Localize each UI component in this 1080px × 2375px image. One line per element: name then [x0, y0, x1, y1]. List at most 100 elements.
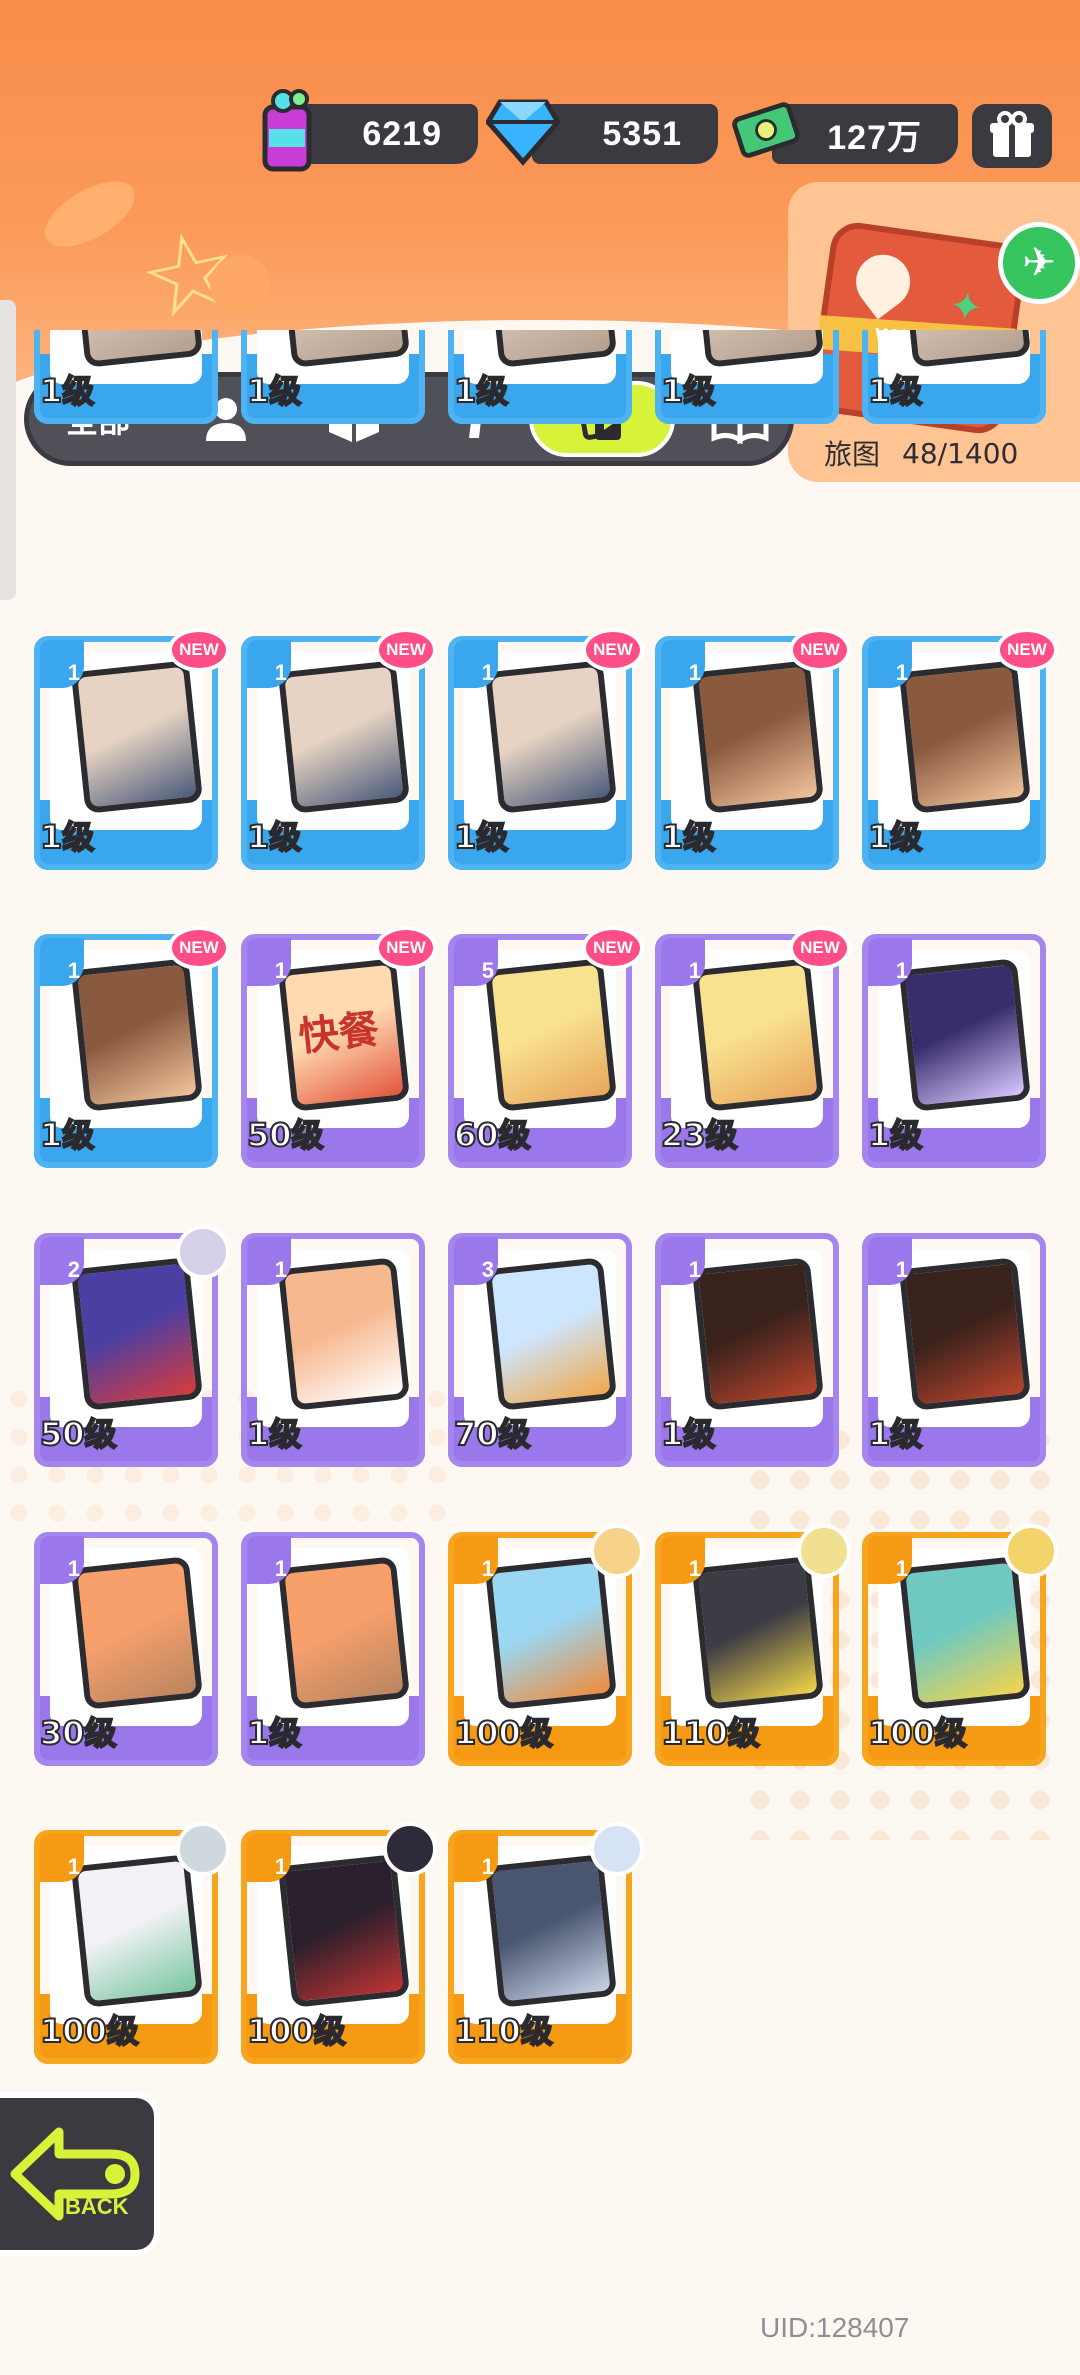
collection-card[interactable]: 1 NEW 1级	[241, 628, 437, 870]
card-art	[691, 1556, 825, 1710]
card-count-badge: 1	[661, 938, 705, 986]
collection-card[interactable]: 1 30级	[34, 1532, 218, 1766]
new-badge: NEW	[789, 628, 851, 672]
world-map-progress: 旅图 48/1400	[824, 430, 1076, 476]
new-badge: NEW	[375, 926, 437, 970]
collection-card[interactable]: 1 NEW 1级	[862, 628, 1058, 870]
card-art	[484, 1854, 618, 2008]
card-count-badge: 1	[247, 938, 291, 986]
card-art	[898, 958, 1032, 1112]
card-level: 1级	[246, 371, 302, 411]
collection-card[interactable]: 1 NEW 1级	[34, 926, 230, 1168]
card-level: 1级	[39, 371, 95, 411]
card-level: 1级	[660, 1414, 716, 1454]
card-art	[277, 1556, 411, 1710]
airplane-icon[interactable]: ✈	[998, 222, 1080, 304]
cash-amount: 127万	[827, 118, 922, 157]
collection-card[interactable]: 1 100级	[862, 1524, 1058, 1766]
map-pin-icon	[845, 243, 921, 320]
card-art	[70, 660, 204, 814]
card-count-badge: 1	[868, 640, 912, 688]
collection-card[interactable]: 1 1级	[241, 1233, 425, 1467]
new-badge: NEW	[582, 628, 644, 672]
card-level: 50级	[246, 1115, 325, 1155]
card-level: 100级	[453, 1713, 554, 1753]
card-art	[70, 1257, 204, 1411]
card-count-badge: 5	[454, 938, 498, 986]
card-count-badge: 1	[454, 1834, 498, 1882]
card-art	[277, 1257, 411, 1411]
user-id: UID:128407	[760, 2312, 910, 2343]
collection-card[interactable]: 1 1级	[241, 1532, 425, 1766]
character-avatar	[1004, 1524, 1058, 1578]
card-art	[898, 1556, 1032, 1710]
collection-card[interactable]: 1 100级	[34, 1822, 230, 2064]
card-art: 快餐	[277, 958, 411, 1112]
card-count-badge: 2	[40, 1237, 84, 1285]
card-art	[484, 660, 618, 814]
card-art	[691, 1257, 825, 1411]
collection-card[interactable]: 1 110级	[655, 1524, 851, 1766]
card-count-badge: 1	[247, 1536, 291, 1584]
card-art	[484, 1257, 618, 1411]
character-avatar	[590, 1822, 644, 1876]
card-level: 60级	[453, 1115, 532, 1155]
card-level: 1级	[867, 1414, 923, 1454]
collection-card[interactable]: 1 100级	[241, 1822, 437, 2064]
card-count-badge: 1	[661, 640, 705, 688]
collection-card[interactable]: 1 100级	[448, 1524, 644, 1766]
new-badge: NEW	[996, 628, 1058, 672]
collection-card[interactable]: 1 NEW 1级	[34, 628, 230, 870]
gift-button[interactable]	[972, 104, 1052, 168]
card-art	[70, 1854, 204, 2008]
collection-card[interactable]: 1 NEW 23级	[655, 926, 851, 1168]
card-level: 1级	[39, 1115, 95, 1155]
card-count-badge: 1	[40, 938, 84, 986]
card-level: 100级	[39, 2011, 140, 2051]
collection-card[interactable]: 2 50级	[34, 1225, 230, 1467]
collection-card[interactable]: 1 NEW 1级	[448, 628, 644, 870]
card-art	[70, 1556, 204, 1710]
card-art	[898, 1257, 1032, 1411]
card-count-badge: 1	[40, 1536, 84, 1584]
card-level: 1级	[867, 371, 923, 411]
card-art	[277, 1854, 411, 2008]
card-count-badge: 1	[40, 1834, 84, 1882]
collection-card[interactable]: 1 1级	[862, 1233, 1046, 1467]
collection-card[interactable]: 5 NEW 60级	[448, 926, 644, 1168]
character-avatar	[590, 1524, 644, 1578]
card-count-badge: 1	[868, 938, 912, 986]
diamond-icon	[486, 88, 560, 174]
card-art	[898, 660, 1032, 814]
card-art	[691, 958, 825, 1112]
collection-card[interactable]: 1 1级	[655, 1233, 839, 1467]
card-level: 1级	[39, 817, 95, 857]
collection-card[interactable]: 1 NEW 1级	[655, 628, 851, 870]
diamond-amount: 5351	[602, 114, 682, 153]
card-level: 1级	[867, 817, 923, 857]
card-level: 100级	[246, 2011, 347, 2051]
card-count-badge: 1	[40, 640, 84, 688]
collection-card[interactable]: 快餐 1 NEW 50级	[241, 926, 437, 1168]
card-level: 110级	[660, 1713, 761, 1753]
side-drawer-handle[interactable]	[0, 300, 16, 600]
character-avatar	[797, 1524, 851, 1578]
card-art	[691, 660, 825, 814]
card-level: 1级	[453, 817, 509, 857]
card-count-badge: 1	[868, 1237, 912, 1285]
card-level: 1级	[246, 817, 302, 857]
card-level: 1级	[660, 371, 716, 411]
card-level: 30级	[39, 1713, 118, 1753]
new-badge: NEW	[789, 926, 851, 970]
collection-card[interactable]: 1 110级	[448, 1822, 644, 2064]
collection-card[interactable]: 3 70级	[448, 1233, 632, 1467]
new-badge: NEW	[375, 628, 437, 672]
new-badge: NEW	[168, 926, 230, 970]
card-art	[484, 958, 618, 1112]
collection-card[interactable]: 1 1级	[862, 934, 1046, 1168]
back-button[interactable]: BACK	[0, 2092, 160, 2256]
card-count-badge: 1	[247, 640, 291, 688]
world-map-count: 48/1400	[902, 436, 1019, 470]
character-avatar	[176, 1822, 230, 1876]
gift-icon	[990, 111, 1034, 157]
